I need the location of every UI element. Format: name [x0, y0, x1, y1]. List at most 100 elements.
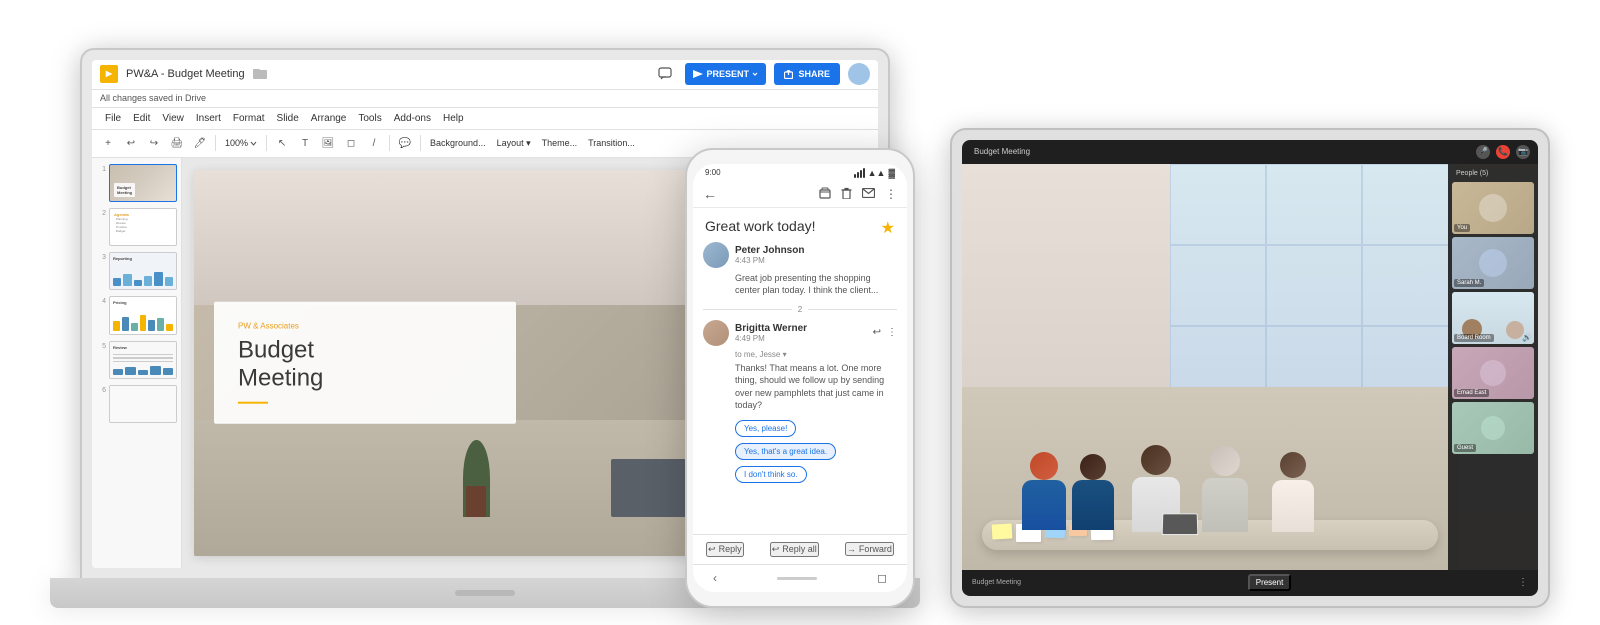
- share-button[interactable]: SHARE: [774, 63, 840, 85]
- menu-format[interactable]: Format: [228, 111, 270, 126]
- menu-tools[interactable]: Tools: [353, 111, 386, 126]
- participant-thumb-2: Sarah M.: [1452, 237, 1534, 289]
- smart-replies: Yes, please! Yes, that's a great idea. I…: [735, 420, 897, 483]
- reply-icon: ↩: [873, 327, 881, 338]
- slide-accent-line: [238, 402, 268, 404]
- phone-home-bar[interactable]: [777, 577, 817, 580]
- laptop-on-table: [1162, 513, 1199, 535]
- select-tool[interactable]: ↖: [272, 133, 292, 153]
- paint-format-button[interactable]: 🖊: [190, 133, 210, 153]
- slide-preview-5[interactable]: Review: [109, 341, 177, 379]
- slide-thumb-2[interactable]: 2 Agenda · Planning · Review · Timeline …: [96, 208, 177, 246]
- menu-help[interactable]: Help: [438, 111, 469, 126]
- transition-button[interactable]: Transition...: [584, 133, 639, 153]
- line-tool[interactable]: /: [364, 133, 384, 153]
- email-message-1: Peter Johnson 4:43 PM Great job presenti…: [703, 242, 897, 297]
- text-tool[interactable]: T: [295, 133, 315, 153]
- slides-titlebar: ▶ PW&A - Budget Meeting PRESENT: [92, 60, 878, 90]
- participant-thumb-1: You: [1452, 182, 1534, 234]
- theme-button[interactable]: Theme...: [538, 133, 582, 153]
- slide-title: Budget Meeting: [238, 336, 492, 394]
- meet-info-text: Budget Meeting: [972, 579, 1021, 586]
- phone-status-bar: 9:00 ▲▲ ▓: [693, 164, 907, 182]
- slide-thumb-6[interactable]: 6: [96, 385, 177, 423]
- delete-icon[interactable]: [841, 187, 852, 202]
- toolbar-sep-4: [420, 135, 421, 151]
- menu-slide[interactable]: Slide: [272, 111, 304, 126]
- meet-people-label: People (5): [1452, 168, 1534, 179]
- menu-insert[interactable]: Insert: [191, 111, 226, 126]
- reply-all-button[interactable]: ↩ Reply all: [770, 542, 819, 557]
- meet-mic-button[interactable]: 🎤: [1476, 145, 1490, 159]
- slide-text-box: PW & Associates Budget Meeting: [214, 301, 516, 424]
- layout-button[interactable]: Layout ▾: [493, 133, 535, 153]
- phone-nav-back[interactable]: ‹: [713, 571, 717, 585]
- meet-header: Budget Meeting 🎤 📞 📷: [962, 140, 1538, 164]
- phone-device: 9:00 ▲▲ ▓ ←: [685, 148, 915, 608]
- more-icon[interactable]: ⋮: [887, 327, 897, 338]
- phone-back-button[interactable]: ←: [703, 186, 717, 202]
- forward-button[interactable]: → Forward: [845, 542, 894, 556]
- tablet-body: Budget Meeting 🎤 📞 📷: [950, 128, 1550, 608]
- sender-name-2: Brigitta Werner: [735, 323, 867, 334]
- smart-reply-great-idea[interactable]: Yes, that's a great idea.: [735, 443, 836, 460]
- menu-file[interactable]: File: [100, 111, 126, 126]
- slide-thumb-5[interactable]: 5 Review: [96, 341, 177, 379]
- email-body-2: Thanks! That means a lot. One more thing…: [735, 362, 897, 412]
- slide-thumb-4[interactable]: 4 Pricing: [96, 296, 177, 334]
- meet-bottom-bar: Budget Meeting Present ⋮: [962, 570, 1538, 596]
- zoom-dropdown[interactable]: 100%: [221, 133, 261, 153]
- more-vert-icon[interactable]: ⋮: [885, 187, 897, 202]
- email-body-1: Great job presenting the shopping center…: [735, 272, 897, 297]
- meet-participants-panel: People (5) You: [1448, 164, 1538, 570]
- meet-end-call-button[interactable]: 📞: [1496, 145, 1510, 159]
- image-tool[interactable]: 🖼: [318, 133, 338, 153]
- laptop-camera-notch: [455, 590, 515, 596]
- participant-name-4: Emad East: [1454, 389, 1489, 397]
- slide-preview-3[interactable]: Reporting: [109, 252, 177, 290]
- menu-arrange[interactable]: Arrange: [306, 111, 352, 126]
- meet-more-options-button[interactable]: ⋮: [1518, 577, 1528, 588]
- print-button[interactable]: 🖨: [167, 133, 187, 153]
- slide-preview-6[interactable]: [109, 385, 177, 423]
- smart-reply-no[interactable]: I don't think so.: [735, 466, 807, 483]
- background-button[interactable]: Background...: [426, 133, 490, 153]
- slide-preview-2[interactable]: Agenda · Planning · Review · Timeline · …: [109, 208, 177, 246]
- comment-button[interactable]: [653, 62, 677, 86]
- archive-icon[interactable]: [819, 187, 831, 202]
- menu-view[interactable]: View: [157, 111, 189, 126]
- person-4: [1202, 446, 1248, 532]
- phone-signal-area: ▲▲ ▓: [854, 168, 895, 178]
- smart-reply-yes-please[interactable]: Yes, please!: [735, 420, 796, 437]
- sender-info-2: Brigitta Werner 4:49 PM: [735, 323, 867, 343]
- shape-tool[interactable]: ◻: [341, 133, 361, 153]
- slide-preview-4[interactable]: Pricing: [109, 296, 177, 334]
- zoom-out-button[interactable]: +: [98, 133, 118, 153]
- star-icon[interactable]: ★: [881, 218, 895, 238]
- slide-thumb-3[interactable]: 3 Reporting: [96, 252, 177, 290]
- phone-bottom-nav: ‹ ◻: [693, 564, 907, 592]
- phone-nav-square[interactable]: ◻: [877, 571, 887, 585]
- mail-icon[interactable]: [862, 187, 875, 202]
- present-button[interactable]: PRESENT: [685, 63, 766, 85]
- meet-present-button[interactable]: Present: [1248, 574, 1292, 591]
- menu-edit[interactable]: Edit: [128, 111, 155, 126]
- menu-addons[interactable]: Add-ons: [389, 111, 436, 126]
- undo-button[interactable]: ↩: [121, 133, 141, 153]
- slide-thumb-1[interactable]: 1 BudgetMeeting: [96, 164, 177, 202]
- email-actions-bar: ↩ Reply ↩ Reply all → Forward: [693, 534, 907, 564]
- sender-avatar-1: [703, 242, 729, 268]
- toolbar-sep-1: [215, 135, 216, 151]
- signal-icon: [854, 168, 865, 178]
- autosave-status: All changes saved in Drive: [100, 93, 206, 103]
- meet-call-title: Budget Meeting: [970, 147, 1030, 156]
- slide-preview-1[interactable]: BudgetMeeting: [109, 164, 177, 202]
- email-time-2: 4:49 PM: [735, 334, 867, 343]
- meet-camera-button[interactable]: 📷: [1516, 145, 1530, 159]
- comment-tool[interactable]: 💬: [395, 133, 415, 153]
- redo-button[interactable]: ↪: [144, 133, 164, 153]
- email-subject: ★ Great work today!: [693, 208, 907, 242]
- participant-thumb-5: Guest: [1452, 402, 1534, 454]
- email-to-line: to me, Jesse ▾: [735, 350, 897, 359]
- reply-button[interactable]: ↩ Reply: [706, 542, 744, 557]
